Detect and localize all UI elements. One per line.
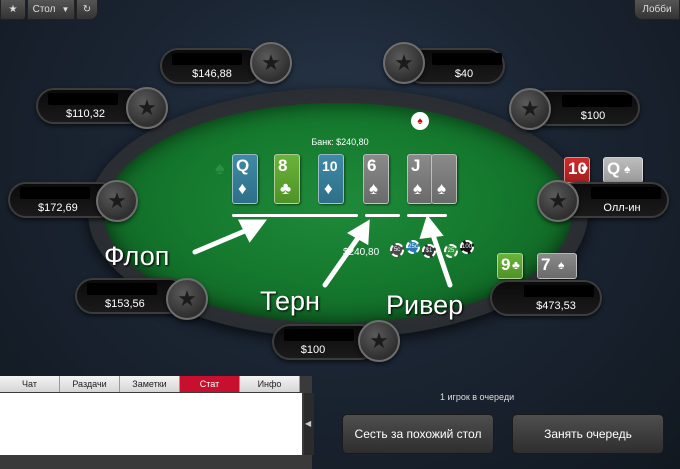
player-name <box>172 53 242 65</box>
seat-1[interactable]: $146,88 <box>160 48 264 84</box>
player-name <box>524 285 594 297</box>
bet-amount: $240,80 <box>343 247 380 258</box>
player-name <box>562 95 632 107</box>
player-avatar-icon[interactable]: ★ <box>250 42 292 84</box>
tab-hands[interactable]: Раздачи <box>60 376 120 392</box>
player-name <box>591 187 661 199</box>
join-queue-button[interactable]: Занять очередь <box>512 414 664 454</box>
player-name <box>48 93 118 105</box>
player-avatar-icon[interactable]: ★ <box>96 180 138 222</box>
player-avatar-icon[interactable]: ★ <box>509 88 551 130</box>
flop-annotation: Флоп <box>104 241 170 271</box>
player-avatar-icon[interactable]: ★ <box>358 320 400 362</box>
panel-scrollbar[interactable]: ◀ <box>304 393 314 455</box>
river-arrow-head <box>419 214 444 239</box>
player-name <box>284 329 354 341</box>
card-suit: ♠ <box>624 162 631 176</box>
chat-area[interactable] <box>0 393 302 455</box>
card-suit: ♣ <box>512 258 520 272</box>
player-stack: $473,53 <box>536 300 576 312</box>
player-avatar-icon[interactable]: ★ <box>126 87 168 129</box>
hole-card-1: 10 ♥ <box>564 157 590 183</box>
queue-status: 1 игрок в очереди <box>440 392 515 402</box>
chip-1: $1 <box>422 244 436 258</box>
tab-stats[interactable]: Стат <box>180 376 240 392</box>
scroll-left-icon[interactable]: ◀ <box>305 419 311 428</box>
flop-arrow <box>192 225 255 255</box>
flop-arrow-head <box>237 219 267 243</box>
player-name <box>20 187 90 199</box>
player-name <box>87 283 157 295</box>
chip-5c: 5c <box>390 243 404 257</box>
panel-tabs: Чат Раздачи Заметки Стат Инфо <box>0 376 300 392</box>
hole-card-3: 9 ♣ <box>497 253 523 279</box>
chip-100: 100 <box>460 240 474 254</box>
tab-info[interactable]: Инфо <box>240 376 300 392</box>
chip-25c: 25c <box>406 240 420 254</box>
hole-card-4: 7 ♠ <box>537 253 577 279</box>
player-avatar-icon[interactable]: ★ <box>166 278 208 320</box>
card-rank: 7 <box>541 255 551 274</box>
seat-8[interactable]: $473,53 <box>490 280 602 316</box>
player-stack: $146,88 <box>192 68 232 80</box>
tab-chat[interactable]: Чат <box>0 376 60 392</box>
card-rank: 9 <box>501 255 511 274</box>
player-name <box>432 53 502 65</box>
river-arrow <box>429 229 453 288</box>
turn-arrow-head <box>347 219 370 246</box>
player-avatar-icon[interactable]: ★ <box>537 180 579 222</box>
card-rank: Q <box>607 159 621 178</box>
card-suit: ♥ <box>581 162 589 176</box>
sit-similar-table-button[interactable]: Сесть за похожий стол <box>342 414 494 454</box>
player-avatar-icon[interactable]: ★ <box>383 42 425 84</box>
turn-annotation: Терн <box>260 286 320 316</box>
tab-notes[interactable]: Заметки <box>120 376 180 392</box>
card-suit: ♠ <box>558 258 565 272</box>
chip-25: 25 <box>444 244 458 258</box>
hole-card-2: Q ♠ <box>603 157 643 183</box>
turn-arrow <box>322 232 363 288</box>
river-annotation: Ривер <box>386 290 464 320</box>
